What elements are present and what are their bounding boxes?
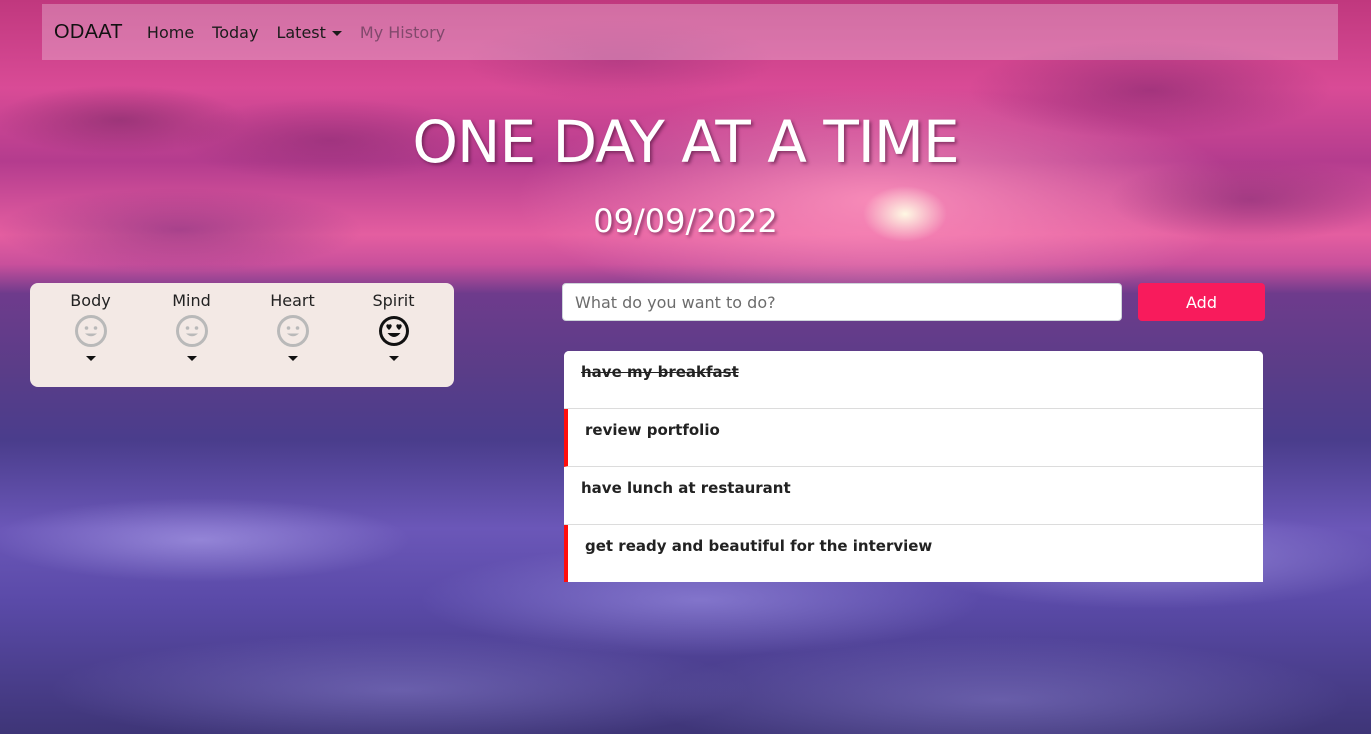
list-item[interactable]: have lunch at restaurant: [564, 467, 1263, 525]
list-item[interactable]: have my breakfast: [564, 351, 1263, 409]
current-date: 09/09/2022: [593, 202, 778, 240]
mood-label: Body: [70, 291, 111, 310]
nav-latest-label: Latest: [276, 22, 326, 42]
heart-eyes-icon[interactable]: [377, 314, 411, 348]
task-text: have lunch at restaurant: [581, 479, 791, 497]
caret-down-icon[interactable]: [85, 356, 96, 361]
nav-my-history-label: My History: [359, 22, 446, 42]
mood-body[interactable]: Body: [46, 291, 136, 387]
caret-down-icon[interactable]: [287, 356, 298, 361]
task-list: have my breakfast review portfolio have …: [564, 351, 1263, 582]
caret-down-icon: [331, 30, 342, 36]
mood-panel: Body Mind Heart Spirit: [30, 283, 454, 387]
caret-down-icon[interactable]: [186, 356, 197, 361]
brand-logo[interactable]: ODAAT: [54, 21, 123, 44]
mood-heart[interactable]: Heart: [248, 291, 338, 387]
caret-down-icon[interactable]: [388, 356, 399, 361]
list-item[interactable]: review portfolio: [564, 409, 1263, 467]
smile-icon[interactable]: [276, 314, 310, 348]
nav-latest-dropdown[interactable]: Latest: [276, 22, 342, 42]
list-item[interactable]: get ready and beautiful for the intervie…: [564, 525, 1263, 582]
page-title: ONE DAY AT A TIME: [412, 108, 959, 176]
mood-mind[interactable]: Mind: [147, 291, 237, 387]
nav-today-label: Today: [212, 22, 259, 42]
nav-home-label: Home: [146, 22, 195, 42]
task-text: get ready and beautiful for the intervie…: [585, 537, 933, 555]
mood-label: Spirit: [372, 291, 415, 310]
add-task-button[interactable]: Add: [1138, 283, 1265, 321]
mood-spirit[interactable]: Spirit: [349, 291, 439, 387]
task-input[interactable]: [562, 283, 1122, 321]
navbar: ODAAT Home Today Latest My History: [42, 4, 1338, 60]
mood-label: Heart: [270, 291, 315, 310]
task-text: review portfolio: [585, 421, 720, 439]
task-text: have my breakfast: [581, 363, 739, 381]
nav-today[interactable]: Today: [212, 23, 258, 42]
smile-icon[interactable]: [74, 314, 108, 348]
nav-my-history[interactable]: My History: [360, 23, 445, 42]
mood-label: Mind: [172, 291, 211, 310]
smile-icon[interactable]: [175, 314, 209, 348]
nav-home[interactable]: Home: [147, 23, 194, 42]
